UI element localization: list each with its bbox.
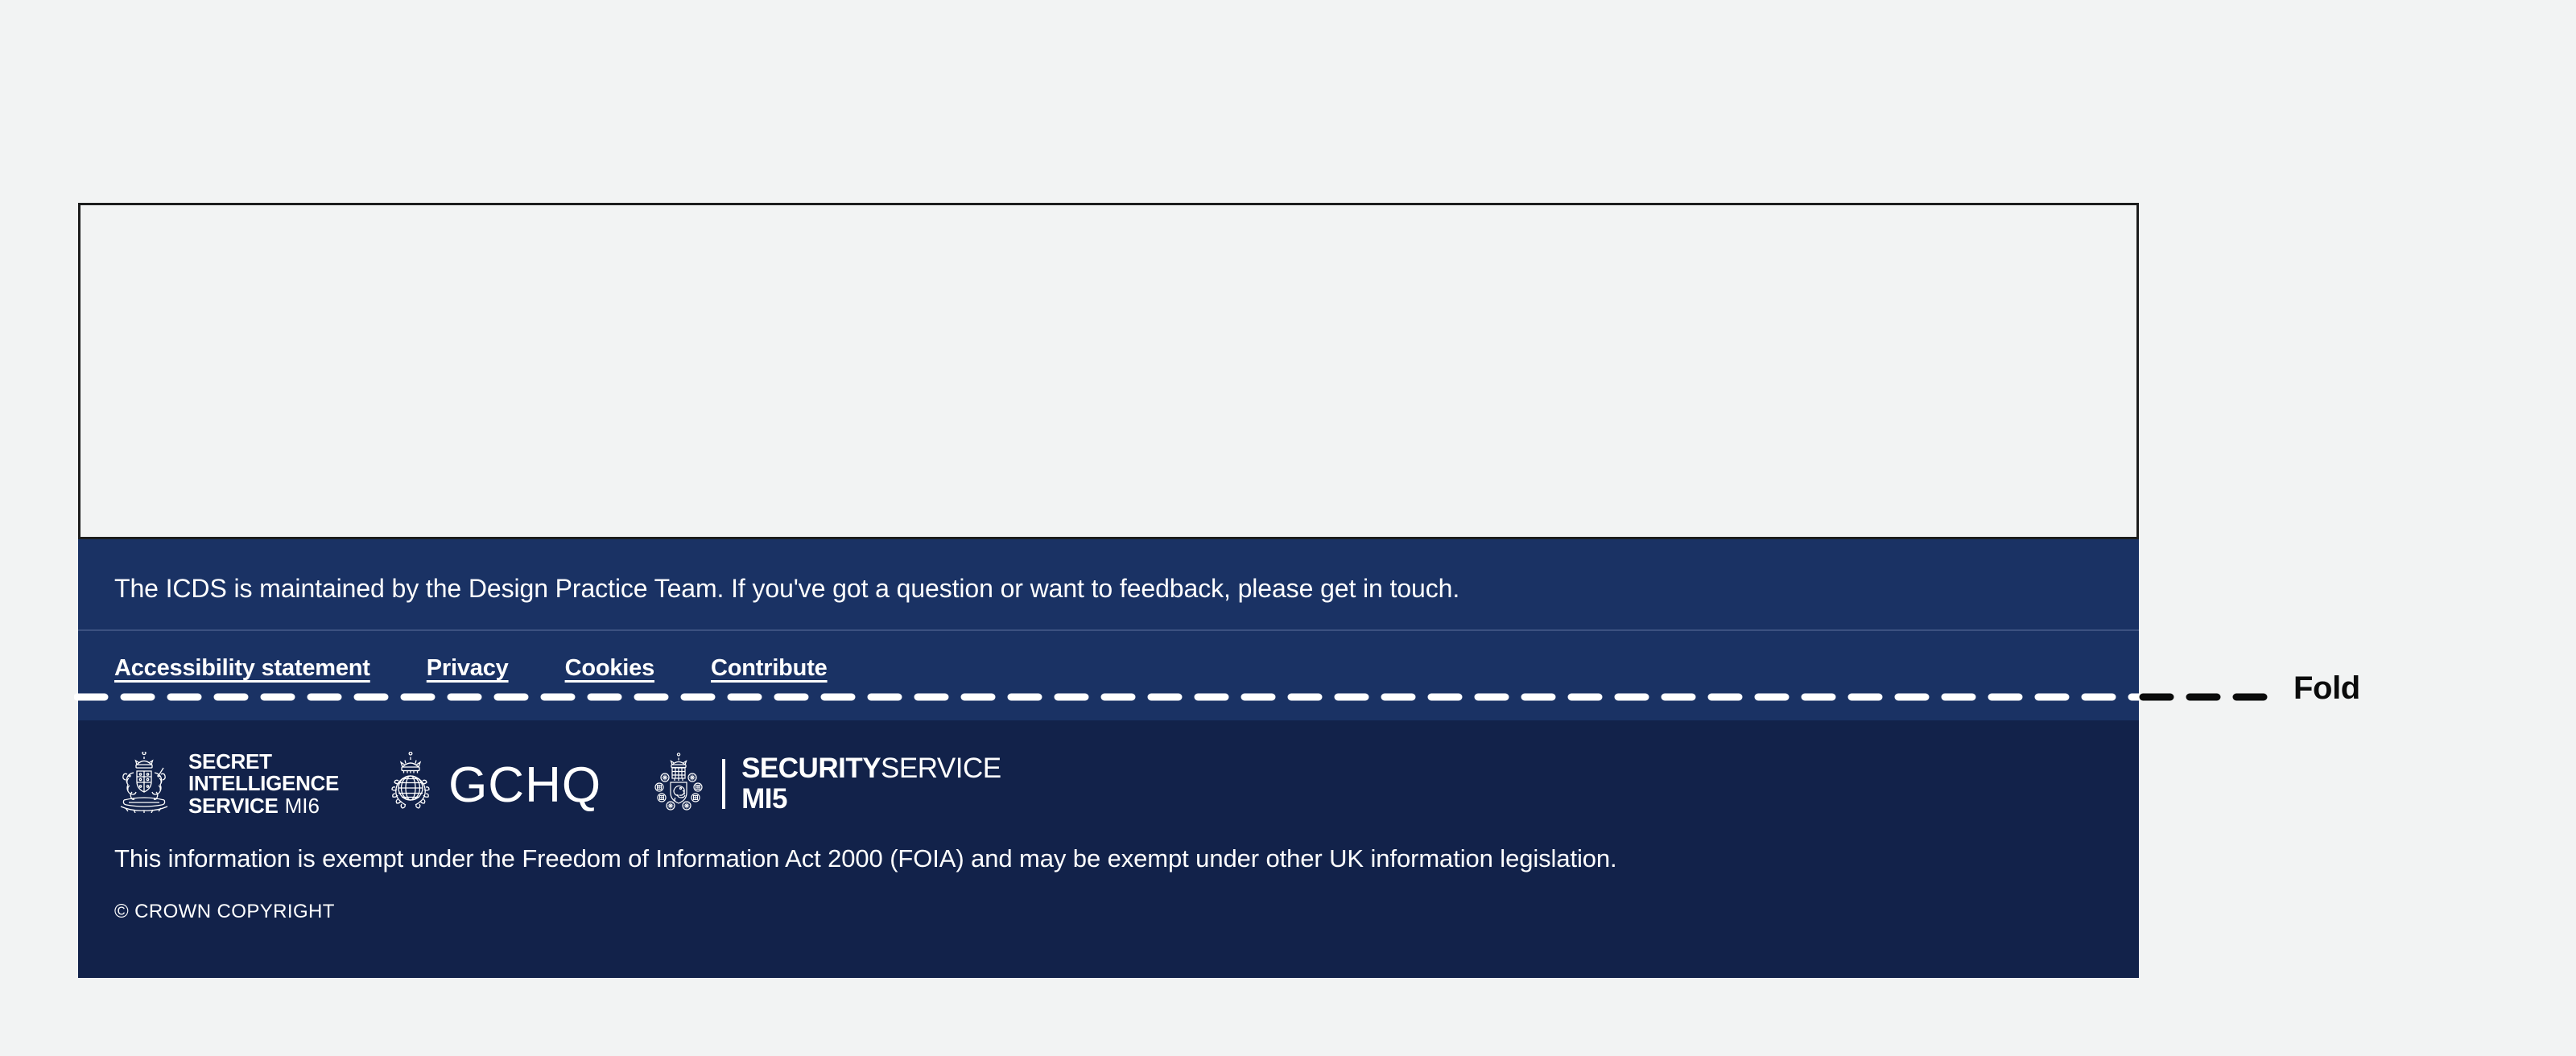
page-canvas: The ICDS is maintained by the Design Pra… <box>0 0 2576 1056</box>
sis-wordmark-mi6: MI6 <box>284 793 320 818</box>
royal-coat-of-arms-crest-icon <box>114 750 174 817</box>
gchq-crown-globe-crest-icon <box>384 751 437 817</box>
footer-links-nav: Accessibility statement Privacy Cookies … <box>114 655 828 682</box>
mi5-wordmark-service: SERVICE <box>881 753 1001 785</box>
logo-security-service-mi5[interactable]: SECURITYSERVICE MI5 <box>648 752 1001 817</box>
site-footer: The ICDS is maintained by the Design Pra… <box>78 539 2139 978</box>
empty-page-body-placeholder <box>78 203 2139 539</box>
footer-divider <box>78 629 2139 631</box>
footer-link-cookies[interactable]: Cookies <box>565 655 655 682</box>
footer-upper-section: The ICDS is maintained by the Design Pra… <box>78 539 2139 720</box>
footer-link-accessibility-statement[interactable]: Accessibility statement <box>114 655 370 682</box>
logo-secret-intelligence-service-mi6[interactable]: SECRET INTELLIGENCE SERVICE MI6 <box>114 749 340 818</box>
crown-copyright-notice: © CROWN COPYRIGHT <box>114 901 335 922</box>
mi5-security-service-crest-icon <box>648 752 709 817</box>
gchq-wordmark: GCHQ <box>448 757 602 813</box>
sis-wordmark-line3-bold: SERVICE <box>188 793 279 818</box>
sis-wordmark-line2: INTELLIGENCE <box>188 771 340 796</box>
logo-gchq[interactable]: GCHQ <box>384 751 602 817</box>
footer-maintenance-message: The ICDS is maintained by the Design Pra… <box>114 574 1460 603</box>
mi5-wordmark-security: SECURITY <box>741 753 881 785</box>
mi5-divider-bar <box>722 759 726 809</box>
footer-link-privacy[interactable]: Privacy <box>427 655 509 682</box>
footer-lower-section: SECRET INTELLIGENCE SERVICE MI6 GCHQ SEC… <box>78 720 2139 978</box>
sis-wordmark-line1: SECRET <box>188 749 272 773</box>
foia-exemption-statement: This information is exempt under the Fre… <box>114 844 1617 872</box>
agency-logos-row: SECRET INTELLIGENCE SERVICE MI6 GCHQ SEC… <box>114 749 1001 818</box>
mi5-wordmark-mi5: MI5 <box>741 783 787 815</box>
fold-marker-label: Fold <box>2293 670 2360 706</box>
footer-link-contribute[interactable]: Contribute <box>711 655 828 682</box>
sis-wordmark: SECRET INTELLIGENCE SERVICE MI6 <box>188 749 340 818</box>
mi5-wordmark: SECURITYSERVICE MI5 <box>741 753 1001 815</box>
